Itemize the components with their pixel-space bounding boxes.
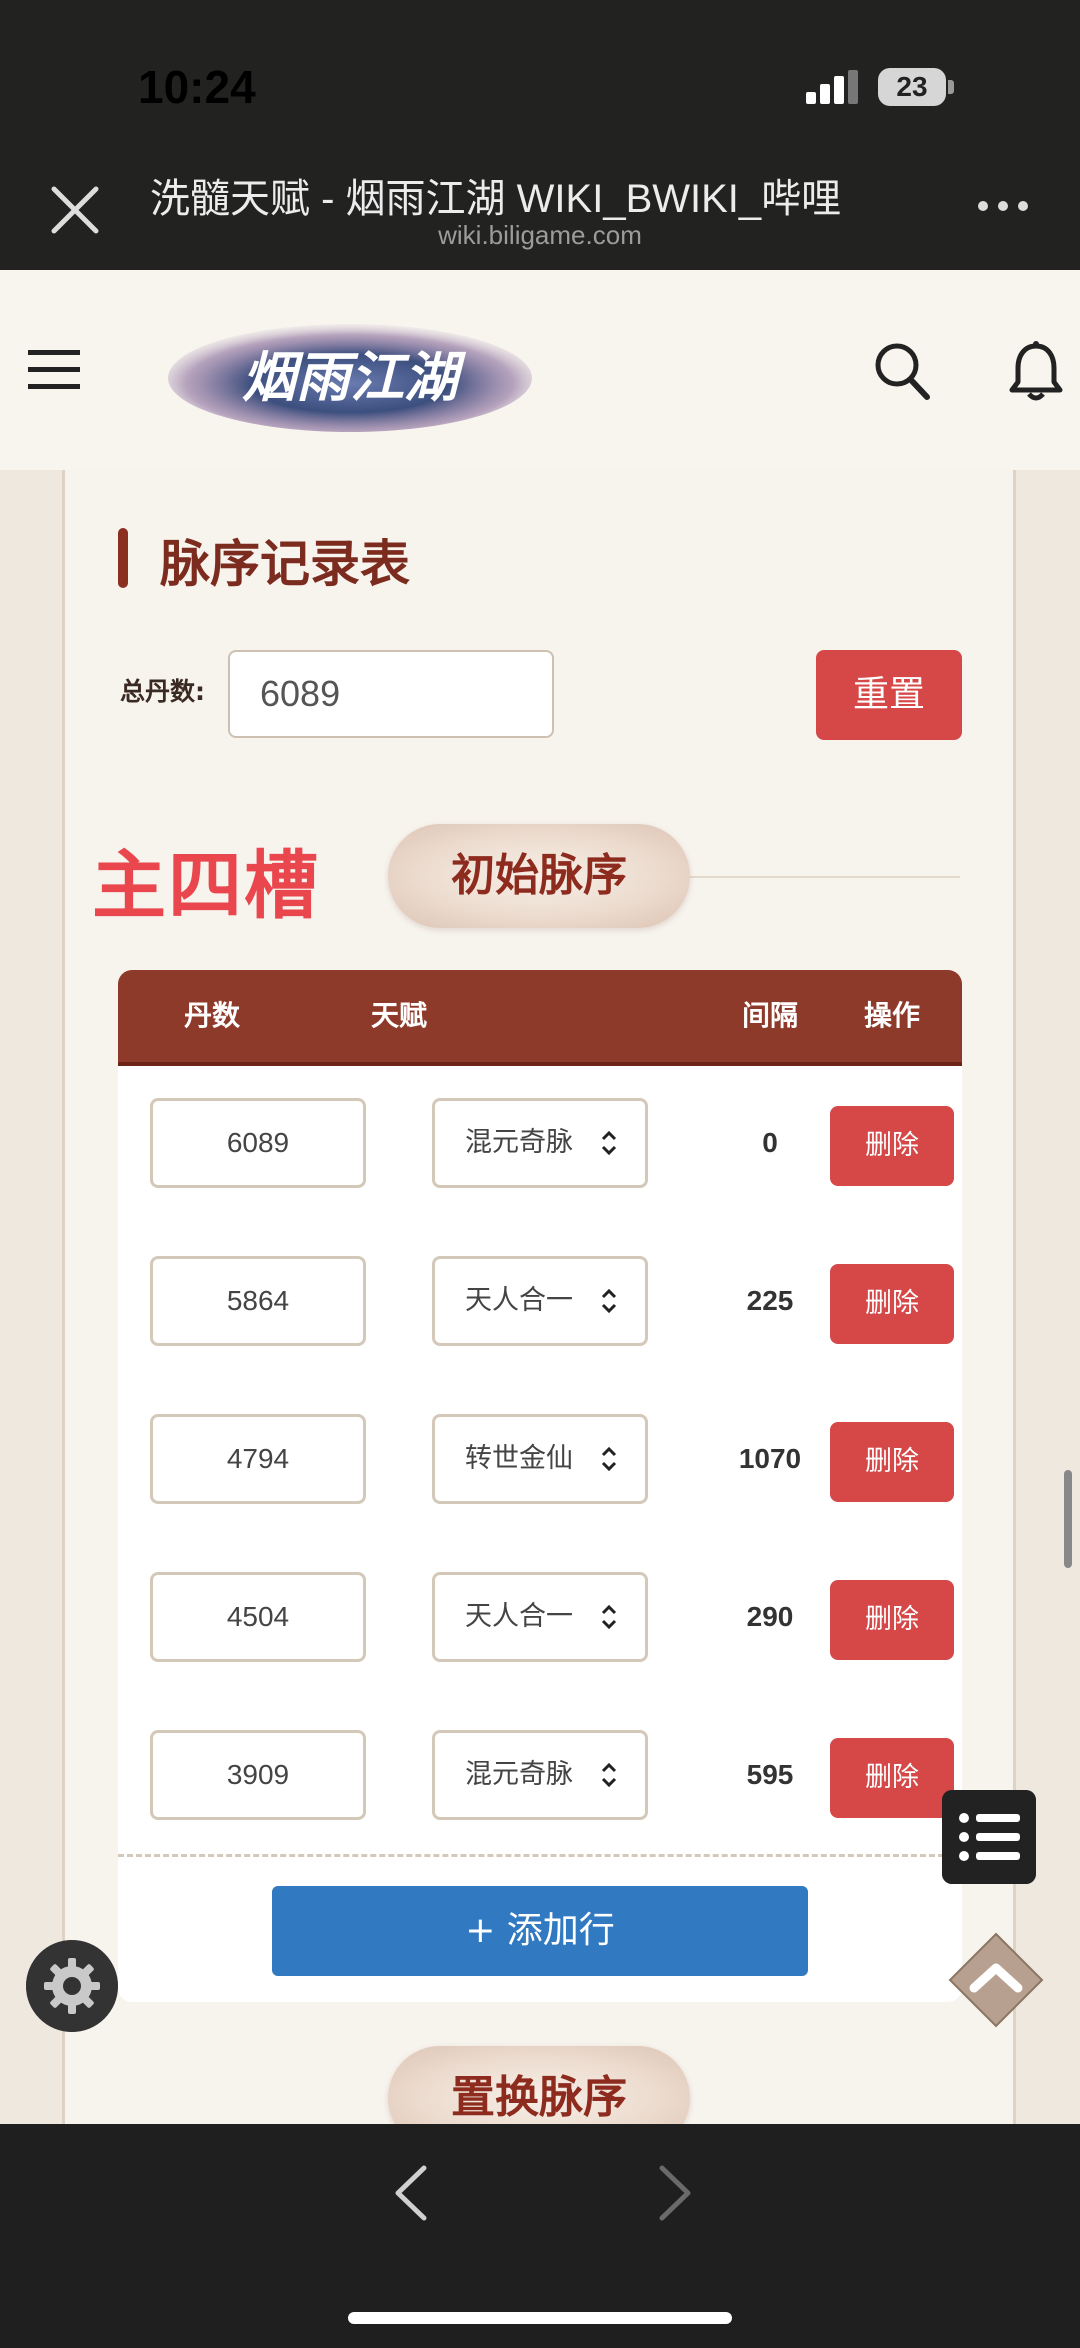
- forward-icon[interactable]: [650, 2160, 700, 2226]
- cellular-signal-icon: [806, 70, 858, 104]
- talent-select[interactable]: 混元奇脉: [432, 1730, 648, 1820]
- total-dan-label: 总丹数:: [120, 677, 205, 706]
- gap-value: 1070: [738, 1443, 802, 1474]
- browser-page-title: 洗髓天赋 - 烟雨江湖 WIKI_BWIKI_哔哩: [150, 177, 842, 221]
- header-talent: 天赋: [370, 999, 427, 1032]
- gap-value: 225: [746, 1285, 794, 1316]
- gap-value: 0: [762, 1127, 778, 1158]
- sequence-table: 丹数 天赋 间隔 操作 6089 混元奇脉 0 删除 5864 天人合一 225…: [118, 970, 962, 2002]
- gap-value: 595: [746, 1759, 794, 1790]
- menu-icon[interactable]: [26, 346, 82, 394]
- battery-tip: [948, 80, 954, 94]
- talent-select[interactable]: 天人合一: [432, 1572, 648, 1662]
- dan-input[interactable]: 6089: [150, 1098, 366, 1188]
- header-gap: 间隔: [741, 999, 798, 1032]
- delete-button[interactable]: 删除: [830, 1106, 954, 1186]
- dan-input[interactable]: 5864: [150, 1256, 366, 1346]
- table-row: 4504 天人合一 290 删除: [118, 1540, 962, 1701]
- back-icon[interactable]: [386, 2160, 436, 2226]
- table-row: 3909 混元奇脉 595 删除: [118, 1698, 962, 1856]
- total-dan-input[interactable]: 6089: [228, 650, 554, 738]
- divider: [660, 876, 960, 878]
- delete-button[interactable]: 删除: [830, 1580, 954, 1660]
- updown-chevron-icon: [601, 1446, 617, 1472]
- updown-chevron-icon: [601, 1604, 617, 1630]
- slot-title: 主四槽: [92, 843, 320, 929]
- section-title: 脉序记录表: [160, 535, 410, 593]
- delete-button[interactable]: 删除: [830, 1264, 954, 1344]
- talent-value: 混元奇脉: [465, 1759, 573, 1790]
- delete-button[interactable]: 删除: [830, 1738, 954, 1818]
- more-icon[interactable]: [975, 198, 1031, 214]
- updown-chevron-icon: [601, 1130, 617, 1156]
- table-row: 4794 转世金仙 1070 删除: [118, 1382, 962, 1543]
- table-header: 丹数 天赋 间隔 操作: [118, 970, 962, 1066]
- header-action: 操作: [863, 999, 920, 1032]
- battery-indicator: 23: [878, 68, 946, 106]
- talent-value: 混元奇脉: [465, 1127, 573, 1158]
- section-accent-bar: [118, 528, 128, 588]
- gear-icon[interactable]: [26, 1940, 118, 2032]
- talent-select[interactable]: 天人合一: [432, 1256, 648, 1346]
- talent-select[interactable]: 转世金仙: [432, 1414, 648, 1504]
- table-divider: [118, 1854, 962, 1857]
- logo-text: 烟雨江湖: [242, 345, 467, 409]
- updown-chevron-icon: [601, 1762, 617, 1788]
- initial-sequence-tab[interactable]: 初始脉序: [388, 824, 690, 928]
- table-row: 6089 混元奇脉 0 删除: [118, 1066, 962, 1227]
- dan-input[interactable]: 4794: [150, 1414, 366, 1504]
- dan-input[interactable]: 4504: [150, 1572, 366, 1662]
- delete-button[interactable]: 删除: [830, 1422, 954, 1502]
- status-time: 10:24: [138, 61, 256, 113]
- table-row: 5864 天人合一 225 删除: [118, 1224, 962, 1385]
- search-icon[interactable]: [872, 340, 932, 402]
- site-logo[interactable]: 烟雨江湖: [168, 318, 533, 432]
- updown-chevron-icon: [601, 1288, 617, 1314]
- dan-input[interactable]: 3909: [150, 1730, 366, 1820]
- chevron-up-icon[interactable]: [946, 1930, 1046, 2030]
- browser-url: wiki.biligame.com: [438, 220, 642, 250]
- list-icon[interactable]: [942, 1790, 1036, 1884]
- home-indicator[interactable]: [348, 2312, 732, 2324]
- reset-button[interactable]: 重置: [816, 650, 962, 740]
- add-row-button[interactable]: + 添加行: [272, 1886, 808, 1976]
- gap-value: 290: [746, 1601, 794, 1632]
- talent-value: 转世金仙: [465, 1443, 573, 1474]
- bell-icon[interactable]: [1008, 340, 1064, 402]
- scrollbar[interactable]: [1064, 1470, 1072, 1568]
- talent-select[interactable]: 混元奇脉: [432, 1098, 648, 1188]
- talent-value: 天人合一: [465, 1285, 573, 1316]
- header-dan: 丹数: [183, 999, 240, 1032]
- talent-value: 天人合一: [465, 1601, 573, 1632]
